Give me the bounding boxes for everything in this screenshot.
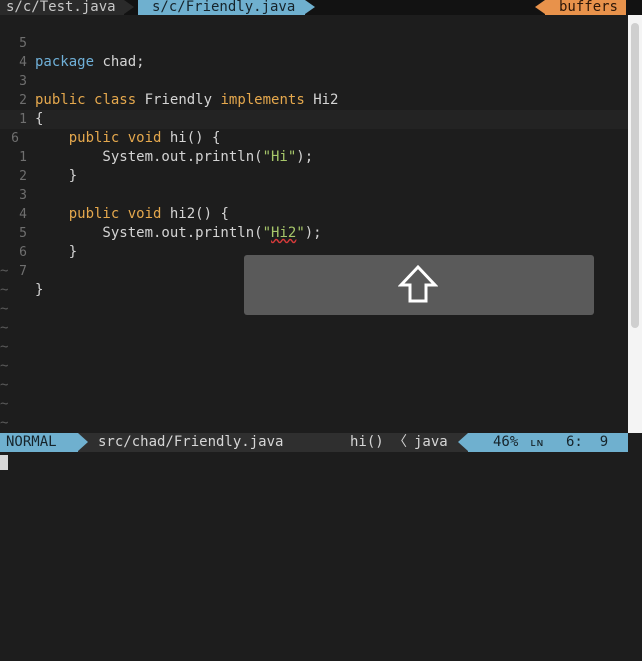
shift-key-overlay (244, 255, 594, 315)
empty-line-marker: ~ (0, 377, 9, 393)
code-line: 2 { (0, 72, 628, 127)
tab-test-java[interactable]: s/c/Test.java (0, 0, 134, 15)
code-line: 4 (0, 34, 628, 70)
statusline: NORMAL src/chad/Friendly.java hi() 〈 jav… (0, 433, 628, 452)
mode-indicator: NORMAL (0, 433, 78, 452)
code-line: 5 package chad; (0, 15, 628, 70)
empty-line-marker: ~ (0, 415, 9, 431)
current-function: hi() (350, 434, 384, 450)
line-number-icon: ʟɴ (530, 436, 544, 449)
editor-pane[interactable]: 5 package chad; 4 3 public class Friendl… (0, 15, 628, 433)
code-line: 5 } (0, 205, 628, 260)
function-separator: 〈 (393, 434, 407, 450)
empty-line-marker: ~ (0, 396, 9, 412)
code-line: 4 System.out.println("Hi2"); (0, 186, 628, 241)
command-line[interactable] (0, 452, 642, 472)
tab-friendly-java[interactable]: s/c/Friendly.java (138, 0, 316, 15)
cursor-position: 6: 9 (566, 434, 609, 450)
code-line: 1 public void hi() { (0, 91, 628, 146)
tabline: s/c/Test.java s/c/Friendly.java buffers (0, 0, 642, 15)
empty-line-marker: ~ (0, 358, 9, 374)
code-line: 3 public void hi2() { (0, 167, 628, 222)
code-line: 3 public class Friendly implements Hi2 (0, 53, 628, 108)
arrow-up-outline-icon (398, 264, 438, 303)
code-line: 6 (0, 224, 628, 260)
buffers-indicator[interactable]: buffers (534, 0, 626, 15)
empty-line-marker: ~ (0, 339, 9, 355)
scrollbar-thumb[interactable] (631, 23, 639, 328)
scrollbar[interactable] (628, 15, 642, 433)
code-line: 1 } (0, 129, 628, 184)
command-cursor (0, 455, 8, 470)
mode-separator (78, 433, 88, 451)
scroll-percent: 46% (493, 434, 519, 450)
position-separator (458, 433, 468, 451)
empty-line-marker: ~ (0, 320, 9, 336)
file-type: java (414, 434, 448, 450)
code-line: 2 (0, 148, 628, 184)
code-line-current: 6 System.out.println("Hi"); (0, 110, 628, 165)
file-path: src/chad/Friendly.java (98, 434, 284, 450)
